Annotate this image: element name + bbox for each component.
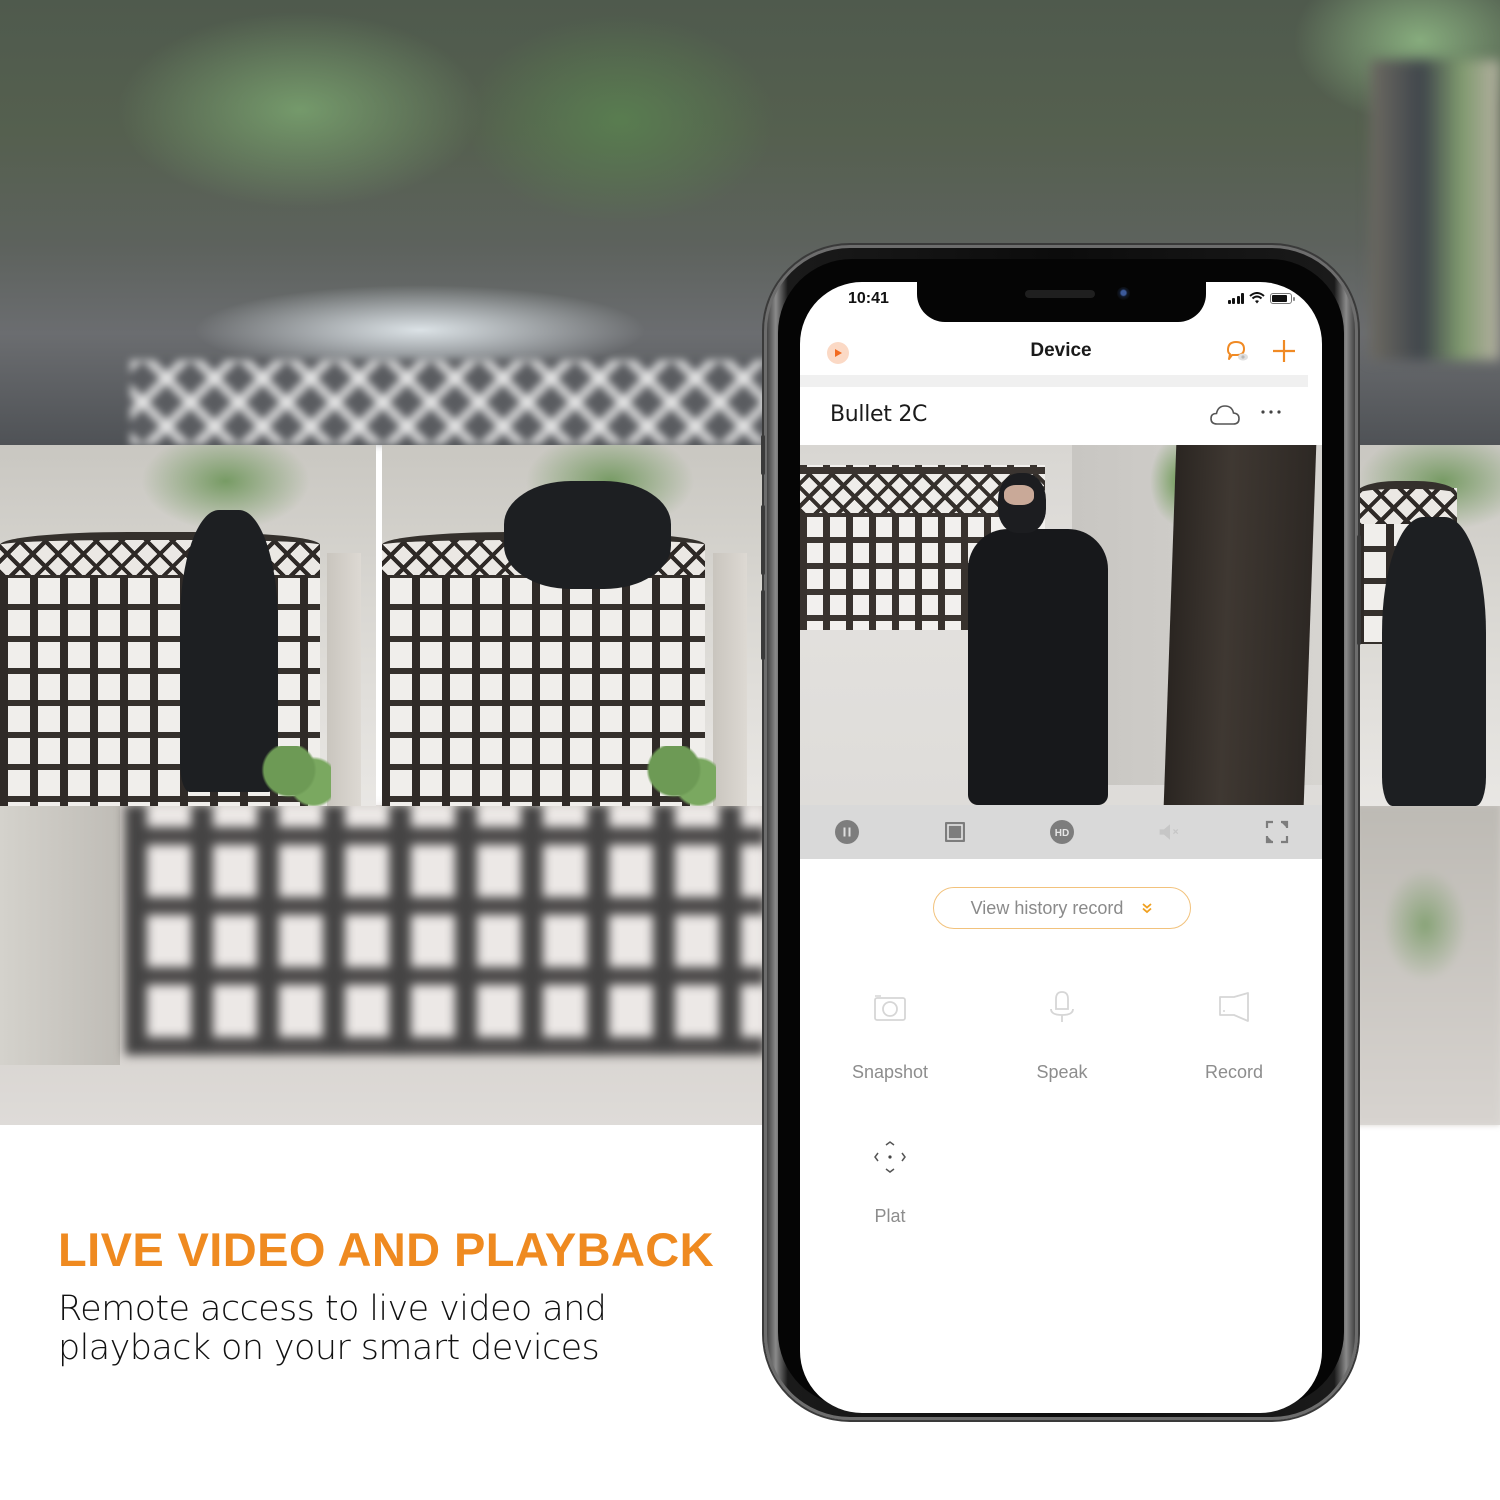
pillar (327, 553, 361, 806)
pillar (712, 553, 747, 806)
blurred-gate-grid (125, 805, 765, 1055)
battery-icon (1270, 292, 1295, 304)
snapshot-label: Snapshot (851, 1062, 929, 1082)
pan-tilt-icon (874, 1141, 906, 1173)
live-video-feed[interactable] (800, 445, 1322, 805)
headline: LIVE VIDEO AND PLAYBACK (58, 1223, 714, 1276)
intruder-figure (503, 481, 671, 590)
volume-up-button (761, 505, 765, 575)
intruder-photo-2 (382, 445, 762, 806)
double-chevron-down-icon (1142, 903, 1152, 914)
intruder-photo-3 (1356, 445, 1500, 806)
device-header[interactable]: Bullet 2C (800, 388, 1322, 444)
history-button-label: View history record (970, 897, 1124, 918)
mute-switch (761, 435, 765, 475)
device-name: Bullet 2C (830, 402, 928, 427)
add-icon[interactable] (1270, 337, 1298, 365)
plant (260, 746, 331, 806)
mute-icon (1159, 824, 1179, 840)
power-button (1357, 535, 1361, 645)
stop-button[interactable] (942, 819, 968, 845)
section-divider (800, 375, 1308, 387)
video-record-icon (1219, 992, 1249, 1022)
intruder-face (1004, 485, 1034, 505)
earpiece-speaker (1025, 290, 1095, 298)
speak-button[interactable]: Speak (992, 987, 1132, 1083)
front-camera (1117, 287, 1130, 300)
blurred-wall (0, 805, 120, 1065)
wifi-icon (1249, 292, 1265, 304)
speak-label: Speak (1036, 1062, 1088, 1082)
plant (646, 746, 717, 806)
svg-text:HD: HD (1055, 828, 1069, 839)
record-label: Record (1204, 1062, 1264, 1082)
record-button[interactable]: Record (1164, 987, 1304, 1083)
stop-icon (945, 822, 965, 842)
app-screen: 10:41 Device Bullet 2C HD View history r… (800, 282, 1322, 1413)
camera-icon (874, 995, 906, 1021)
wooden-post (1163, 445, 1317, 805)
more-icon[interactable] (1258, 402, 1284, 422)
mute-button[interactable] (1157, 819, 1183, 845)
smartphone: 10:41 Device Bullet 2C HD View history r… (761, 245, 1361, 1420)
cloud-icon[interactable] (1208, 402, 1242, 428)
notch (917, 282, 1206, 322)
status-time: 10:41 (848, 290, 889, 307)
fullscreen-button[interactable] (1264, 819, 1290, 845)
blurred-house (1370, 60, 1500, 360)
view-history-record-button[interactable]: View history record (933, 887, 1191, 929)
blurred-plants (1355, 805, 1500, 1125)
intruder-body (968, 529, 1108, 805)
intruder-photo-1 (0, 445, 376, 806)
plat-label: Plat (874, 1206, 906, 1226)
pan-tilt-button[interactable]: Plat (820, 1137, 960, 1227)
signal-icon (1227, 292, 1244, 304)
intruder-figure (1381, 517, 1486, 806)
blurred-lattice (130, 360, 780, 445)
nav-bar: Device (800, 330, 1322, 372)
hd-toggle-button[interactable]: HD (1049, 819, 1075, 845)
volume-down-button (761, 590, 765, 660)
subheadline: Remote access to live video and playback… (58, 1289, 607, 1368)
microphone-icon (1050, 991, 1074, 1022)
hd-icon: HD (1050, 820, 1074, 844)
fullscreen-icon (1265, 820, 1289, 844)
pause-button[interactable] (834, 819, 860, 845)
video-control-bar: HD (800, 805, 1322, 859)
pause-icon (835, 820, 859, 844)
snapshot-button[interactable]: Snapshot (820, 987, 960, 1083)
message-icon[interactable] (1222, 336, 1252, 366)
